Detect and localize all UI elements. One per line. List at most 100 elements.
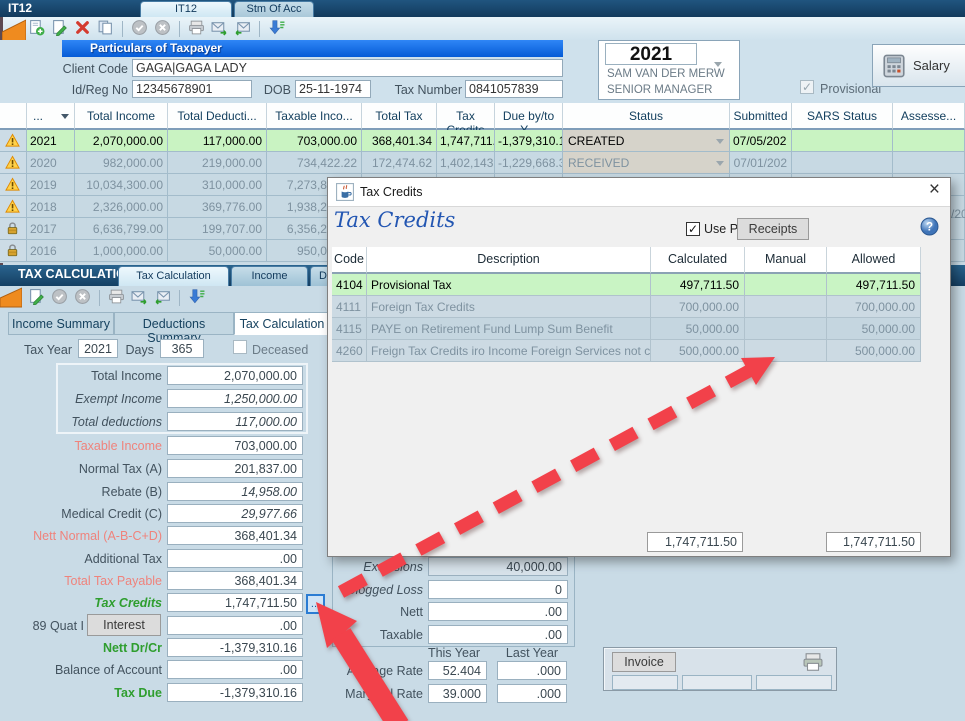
calc-field-14[interactable]: -1,379,310.16 (167, 683, 303, 702)
mid-label-3: Taxable (335, 625, 423, 642)
mail-export-button[interactable] (210, 19, 229, 38)
grid-header-sars[interactable]: SARS Status (792, 103, 893, 130)
dialog-cell-manual (745, 296, 827, 318)
doc-edit-button[interactable] (27, 288, 46, 307)
app-window: IT12 IT12 Stm Of Acc Particulars of Taxp… (0, 0, 965, 721)
arrow-down-button[interactable] (267, 19, 286, 38)
client-code-field[interactable]: GAGA|GAGA LADY (132, 59, 563, 77)
help-icon[interactable]: ? (920, 217, 939, 239)
mail-import-button[interactable] (153, 288, 172, 307)
doc-edit-button[interactable] (50, 19, 69, 38)
copy-button[interactable] (96, 19, 115, 38)
tax-credit-row-4111[interactable]: 4111Foreign Tax Credits700,000.00700,000… (332, 296, 921, 318)
calc-field-11[interactable]: .00 (167, 616, 303, 635)
provisional-checkbox[interactable]: ✓ (800, 80, 814, 94)
reject-button[interactable] (73, 288, 92, 307)
tab-tax-calculation[interactable]: Tax Calculation (118, 266, 229, 286)
tax-number-field[interactable]: 0841057839 (465, 80, 563, 98)
arrow-down-icon (188, 288, 205, 305)
approve-button[interactable] (50, 288, 69, 307)
mail-import-button[interactable] (233, 19, 252, 38)
year-dropdown[interactable]: 2021 (605, 43, 697, 65)
dialog-cell-manual (745, 318, 827, 340)
calc-field-2[interactable]: 117,000.00 (167, 412, 303, 431)
tab-it12[interactable]: IT12 (140, 1, 232, 17)
grid-row-2021[interactable]: 20212,070,000.00117,000.00703,000.00368,… (0, 130, 965, 152)
rate-last-year-0[interactable]: .000 (497, 661, 567, 680)
subtab-income-summary[interactable]: Income Summary (8, 312, 114, 335)
invoice-field-2[interactable] (756, 675, 832, 690)
tax-credits-dots-button[interactable]: ... (306, 594, 325, 614)
mail-export-button[interactable] (130, 288, 149, 307)
mid-field-0[interactable]: 40,000.00 (428, 557, 568, 576)
calc-field-13[interactable]: .00 (167, 660, 303, 679)
calc-field-10[interactable]: 1,747,711.50 (167, 593, 303, 612)
mid-field-2[interactable]: .00 (428, 602, 568, 621)
grid-header-status[interactable]: Status (563, 103, 730, 130)
grid-header-total_deductions[interactable]: Total Deducti... (168, 103, 267, 130)
receipts-button[interactable]: Receipts (737, 218, 809, 240)
doc-new-button[interactable] (27, 19, 46, 38)
grid-header-total_income[interactable]: Total Income (75, 103, 168, 130)
deceased-checkbox[interactable] (233, 340, 247, 354)
approve-button[interactable] (130, 19, 149, 38)
preparer-name: SAM VAN DER MERW (607, 68, 725, 80)
calc-field-1[interactable]: 1,250,000.00 (167, 389, 303, 408)
idreg-field[interactable]: 12345678901 (132, 80, 252, 98)
calc-field-7[interactable]: 368,401.34 (167, 526, 303, 545)
dialog-title-bar[interactable]: Tax Credits × (328, 178, 950, 207)
use-prov-checkbox[interactable]: ✓ (686, 222, 700, 236)
calc-field-0[interactable]: 2,070,000.00 (167, 366, 303, 385)
subtab-tax-calculation[interactable]: Tax Calculation (234, 312, 330, 335)
calc-label-14: Tax Due (4, 683, 162, 700)
invoice-button[interactable]: Invoice (612, 652, 676, 672)
printer-icon[interactable] (802, 651, 824, 673)
interest-button[interactable]: Interest (87, 614, 161, 636)
calc-field-3[interactable]: 703,000.00 (167, 436, 303, 455)
print-button[interactable] (187, 19, 206, 38)
calc-field-9[interactable]: 368,401.34 (167, 571, 303, 590)
tax-credit-row-4115[interactable]: 4115PAYE on Retirement Fund Lump Sum Ben… (332, 318, 921, 340)
reject-button[interactable] (153, 19, 172, 38)
rate-this-year-0[interactable]: 52.404 (428, 661, 487, 680)
grid-header-year[interactable]: ... (27, 103, 75, 130)
print-button[interactable] (107, 288, 126, 307)
grid-cell-status[interactable]: CREATED (563, 130, 730, 152)
days-field[interactable]: 365 (160, 339, 204, 358)
grid-cell-total_deductions: 50,000.00 (168, 240, 267, 262)
arrow-down-button[interactable] (187, 288, 206, 307)
dialog-cell-code: 4104 (332, 274, 367, 296)
calc-field-6[interactable]: 29,977.66 (167, 504, 303, 523)
tax-year-field[interactable]: 2021 (78, 339, 118, 358)
invoice-field-1[interactable] (682, 675, 752, 690)
grid-row-2020[interactable]: 2020982,000.00219,000.00734,422.22172,47… (0, 152, 965, 174)
dob-field[interactable]: 25-11-1974 (295, 80, 371, 98)
subtab-deductions-summary[interactable]: Deductions Summary (114, 312, 234, 335)
calc-field-5[interactable]: 14,958.00 (167, 482, 303, 501)
calc-field-8[interactable]: .00 (167, 549, 303, 568)
mid-field-3[interactable]: .00 (428, 625, 568, 644)
grid-header-submitted[interactable]: Submitted (730, 103, 792, 130)
salary-button[interactable]: Salary (872, 44, 965, 87)
delete-button[interactable] (73, 19, 92, 38)
grid-header-total_tax[interactable]: Total Tax (362, 103, 437, 130)
rate-last-year-1[interactable]: .000 (497, 684, 567, 703)
calc-field-4[interactable]: 201,837.00 (167, 459, 303, 478)
grid-header-assessed[interactable]: Assesse... (893, 103, 965, 130)
rate-this-year-1[interactable]: 39.000 (428, 684, 487, 703)
tab-income[interactable]: Income (231, 266, 308, 286)
grid-header-icon[interactable] (0, 103, 27, 130)
mid-field-1[interactable]: 0 (428, 580, 568, 599)
calc-field-12[interactable]: -1,379,310.16 (167, 638, 303, 657)
invoice-field-0[interactable] (612, 675, 678, 690)
grid-header-taxable_income[interactable]: Taxable Inco... (267, 103, 362, 130)
close-icon[interactable]: × (929, 179, 940, 201)
filter-icon[interactable] (61, 114, 69, 119)
tab-stm-of-acc[interactable]: Stm Of Acc (234, 1, 314, 17)
grid-header-tax_credits[interactable]: Tax Credits (437, 103, 495, 130)
tax-credit-row-4104[interactable]: 4104Provisional Tax497,711.50497,711.50 (332, 274, 921, 296)
tax-credit-row-4260[interactable]: 4260Freign Tax Credits iro Income Foreig… (332, 340, 921, 362)
grid-cell-status[interactable]: RECEIVED (563, 152, 730, 174)
delete-icon (74, 19, 91, 36)
grid-header-due[interactable]: Due by/to Y... (495, 103, 563, 130)
